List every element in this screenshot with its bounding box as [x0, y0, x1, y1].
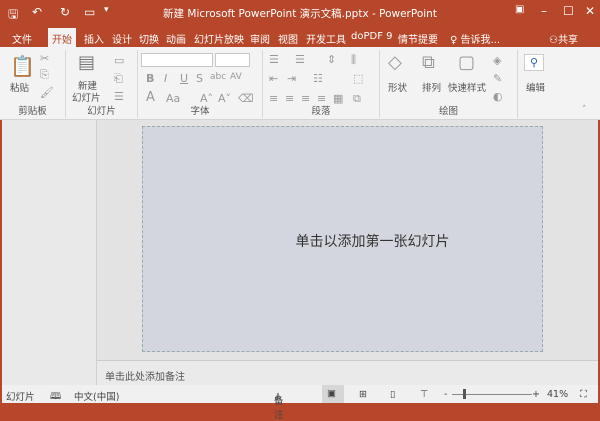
font-label: 字体: [190, 106, 210, 117]
line-spacing-icon[interactable]: ⇕: [327, 53, 336, 66]
paragraph-group: ☰ ☰ ⇕ ⫼ ⇤ ⇥ ☷ ⬚ ≡ ≡ ≡ ≡ ▦ ⧉ 段落: [263, 50, 380, 118]
spell-check-icon[interactable]: 🕮: [50, 389, 61, 405]
reading-view-icon[interactable]: ▯: [390, 389, 395, 400]
slides-label: 幻灯片: [87, 106, 116, 117]
quick-styles-button[interactable]: 快速样式: [448, 80, 486, 94]
editing-button[interactable]: 编辑: [526, 80, 545, 94]
shape-outline-icon[interactable]: ✎: [493, 72, 502, 85]
tab-insert[interactable]: 插入: [80, 28, 108, 47]
columns-icon[interactable]: ☷: [313, 72, 323, 85]
paragraph-label: 段落: [311, 106, 331, 117]
drawing-label: 绘图: [438, 106, 458, 117]
slide-thumbnail-pane[interactable]: [2, 120, 97, 385]
layout-icon[interactable]: ▭: [114, 54, 124, 67]
section-icon[interactable]: ☰: [114, 90, 124, 103]
tab-design[interactable]: 设计: [108, 28, 136, 47]
tab-view[interactable]: 视图: [274, 28, 302, 47]
arrange-button[interactable]: 排列: [422, 80, 441, 94]
shapes-icon[interactable]: ◇: [388, 52, 402, 73]
paste-icon[interactable]: 📋: [10, 54, 35, 78]
drawing-group: ◇ 形状 ⧉ 排列 ▢ 快速样式 ◈ ✎ ◐ 绘图: [380, 50, 518, 118]
zoom-in-button[interactable]: +: [532, 389, 540, 400]
new-slide-button-line2[interactable]: 幻灯片: [72, 90, 101, 104]
align-text-icon[interactable]: ⬚: [353, 72, 363, 85]
strikethrough-icon[interactable]: abc: [210, 72, 226, 82]
fit-to-window-icon[interactable]: ⛶: [580, 389, 587, 400]
slides-group: ▤ 新建 幻灯片 ▭ ⎗ ☰ 幻灯片: [66, 50, 138, 118]
notes-pane[interactable]: 单击此处添加备注: [97, 360, 598, 385]
font-size-input[interactable]: [215, 53, 250, 67]
slideshow-view-icon[interactable]: ⊤: [420, 389, 428, 400]
shape-fill-icon[interactable]: ◈: [493, 54, 501, 67]
new-slide-icon[interactable]: ▤: [78, 52, 95, 73]
clipboard-group: 📋 粘贴 ✂ ⎘ 🖌 剪贴板: [0, 50, 66, 118]
increase-indent-icon[interactable]: ⇥: [287, 72, 296, 85]
tab-animations[interactable]: 动画: [162, 28, 190, 47]
format-painter-icon[interactable]: 🖌: [40, 86, 54, 99]
slide-canvas[interactable]: 单击以添加第一张幻灯片: [142, 126, 543, 352]
tab-dopdf[interactable]: doPDF 9: [347, 28, 397, 47]
italic-icon[interactable]: I: [164, 72, 167, 85]
font-name-input[interactable]: [141, 53, 213, 67]
find-icon[interactable]: ⚲: [524, 54, 545, 71]
decrease-indent-icon[interactable]: ⇤: [269, 72, 278, 85]
tab-file[interactable]: 文件: [8, 28, 36, 47]
copy-icon[interactable]: ⎘: [40, 68, 49, 82]
title-bar: 🖫 ↶ ↻ ▭ ▾ 新建 Microsoft PowerPoint 演示文稿.p…: [0, 0, 600, 25]
bullets-icon[interactable]: ☰: [269, 53, 279, 66]
tab-slideshow[interactable]: 幻灯片放映: [190, 28, 248, 47]
tab-review[interactable]: 审阅: [246, 28, 274, 47]
share-button[interactable]: ⚇共享: [545, 28, 582, 47]
ribbon: 📋 粘贴 ✂ ⎘ 🖌 剪贴板 ▤ 新建 幻灯片 ▭ ⎗ ☰ 幻灯片 B I U …: [0, 47, 600, 120]
tab-transitions[interactable]: 切换: [135, 28, 163, 47]
collapse-ribbon-icon[interactable]: ˄: [582, 105, 587, 115]
shapes-button[interactable]: 形状: [388, 80, 407, 94]
paste-button[interactable]: 粘贴: [10, 80, 29, 94]
ribbon-display-icon[interactable]: ▣: [515, 4, 524, 15]
zoom-level[interactable]: 41%: [547, 389, 568, 400]
char-spacing-icon[interactable]: AV: [230, 72, 242, 82]
quick-styles-icon[interactable]: ▢: [458, 52, 475, 73]
bold-icon[interactable]: B: [146, 72, 154, 85]
text-direction-icon[interactable]: ⫼: [351, 53, 356, 67]
close-button[interactable]: ✕: [585, 4, 595, 18]
normal-view-icon[interactable]: ▣: [322, 385, 344, 403]
status-bar: 幻灯片 🕮 中文(中国) ≜ 备注 ▣ ⊞ ▯ ⊤ - + 41% ⛶: [2, 385, 598, 421]
font-group: B I U S abc AV A Aa A˄ A˅ ⌫ 字体: [138, 50, 263, 118]
notes-placeholder[interactable]: 单击此处添加备注: [105, 368, 185, 383]
slide-editor: 单击以添加第一张幻灯片: [97, 120, 598, 360]
cut-icon[interactable]: ✂: [40, 52, 49, 65]
shape-effects-icon[interactable]: ◐: [493, 90, 503, 103]
tell-me-search[interactable]: ♀ 告诉我...: [446, 28, 504, 47]
person-icon: ⚇: [549, 35, 558, 46]
numbering-icon[interactable]: ☰: [295, 53, 305, 66]
underline-icon[interactable]: U: [180, 72, 188, 85]
tab-developer[interactable]: 开发工具: [302, 28, 350, 47]
arrange-icon[interactable]: ⧉: [422, 52, 435, 73]
slide-view-status: 幻灯片: [6, 392, 35, 403]
zoom-out-button[interactable]: -: [444, 389, 447, 400]
lightbulb-icon: ♀: [450, 35, 461, 46]
maximize-button[interactable]: ☐: [563, 4, 574, 18]
minimize-button[interactable]: –: [541, 4, 547, 18]
add-first-slide-placeholder[interactable]: 单击以添加第一张幻灯片: [143, 231, 542, 251]
language-status[interactable]: 中文(中国): [74, 389, 119, 403]
editing-group: ⚲ 编辑: [518, 50, 556, 118]
reset-icon[interactable]: ⎗: [114, 72, 123, 86]
tab-storyboard[interactable]: 情节提要: [394, 28, 442, 47]
shadow-icon[interactable]: S: [196, 72, 203, 85]
tab-home[interactable]: 开始: [48, 28, 76, 47]
slide-sorter-icon[interactable]: ⊞: [359, 389, 367, 400]
ribbon-tabs: 文件 开始 插入 设计 切换 动画 幻灯片放映 审阅 视图 开发工具 doPDF…: [0, 25, 600, 47]
clipboard-label: 剪贴板: [18, 106, 47, 117]
zoom-slider-thumb[interactable]: [463, 389, 466, 399]
window-title: 新建 Microsoft PowerPoint 演示文稿.pptx - Powe…: [163, 8, 437, 20]
